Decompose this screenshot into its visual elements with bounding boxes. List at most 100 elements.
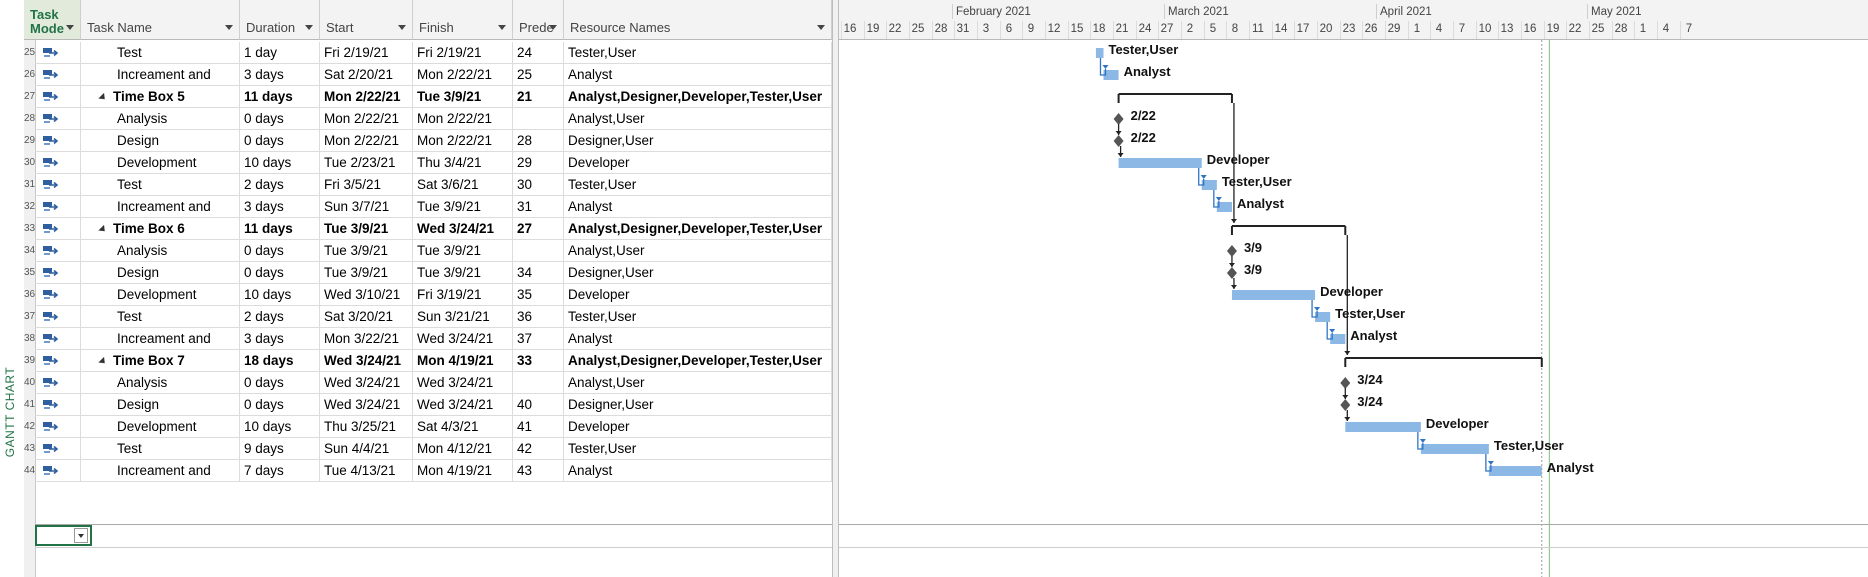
task-mode-cell[interactable]: [35, 306, 81, 327]
collapse-toggle-icon[interactable]: [98, 356, 108, 367]
finish-cell[interactable]: Tue 3/9/21: [413, 86, 513, 107]
row-number[interactable]: 42: [24, 416, 35, 438]
finish-cell[interactable]: Wed 3/24/21: [413, 328, 513, 349]
predecessors-cell[interactable]: [513, 108, 564, 129]
row-number[interactable]: 44: [24, 460, 35, 482]
task-row[interactable]: Development 10 days Wed 3/10/21 Fri 3/19/21…: [35, 284, 832, 306]
task-mode-cell[interactable]: [35, 240, 81, 261]
column-header-start[interactable]: Start: [320, 0, 413, 40]
finish-cell[interactable]: Wed 3/24/21: [413, 218, 513, 239]
start-cell[interactable]: Thu 3/25/21: [320, 416, 413, 437]
task-row[interactable]: Test 1 day Fri 2/19/21 Fri 2/19/21 24 Tester,…: [35, 42, 832, 64]
task-name-cell[interactable]: Analysis: [81, 108, 240, 129]
row-number[interactable]: 37: [24, 306, 35, 328]
resource-names-cell[interactable]: Developer: [564, 416, 832, 437]
duration-cell[interactable]: 3 days: [240, 328, 320, 349]
task-row[interactable]: Analysis 0 days Wed 3/24/21 Wed 3/24/21 Anal…: [35, 372, 832, 394]
task-row[interactable]: Design 0 days Tue 3/9/21 Tue 3/9/21 34 Design…: [35, 262, 832, 284]
task-name-cell[interactable]: Development: [81, 416, 240, 437]
column-filter-dropdown-icon[interactable]: [398, 25, 406, 30]
column-filter-dropdown-icon[interactable]: [305, 25, 313, 30]
row-number[interactable]: 33: [24, 218, 35, 240]
duration-cell[interactable]: 0 days: [240, 372, 320, 393]
finish-cell[interactable]: Mon 4/19/21: [413, 350, 513, 371]
duration-cell[interactable]: 3 days: [240, 196, 320, 217]
task-name-cell[interactable]: Test: [81, 306, 240, 327]
resource-names-cell[interactable]: Analyst: [564, 460, 832, 481]
predecessors-cell[interactable]: 35: [513, 284, 564, 305]
task-row[interactable]: Test 9 days Sun 4/4/21 Mon 4/12/21 42 Tester,…: [35, 438, 832, 460]
row-number[interactable]: 32: [24, 196, 35, 218]
duration-cell[interactable]: 18 days: [240, 350, 320, 371]
duration-cell[interactable]: 0 days: [240, 240, 320, 261]
task-mode-cell[interactable]: [35, 174, 81, 195]
predecessors-cell[interactable]: 40: [513, 394, 564, 415]
duration-cell[interactable]: 0 days: [240, 130, 320, 151]
task-mode-edit-cell[interactable]: [35, 525, 92, 546]
start-cell[interactable]: Mon 3/22/21: [320, 328, 413, 349]
start-cell[interactable]: Fri 3/5/21: [320, 174, 413, 195]
resource-names-cell[interactable]: Designer,User: [564, 130, 832, 151]
gantt-chart-pane[interactable]: 16 19 22 25 28 31 3 6 9 12 15 18 21 24 27 2 5 8 11 14 17 20 23…: [839, 0, 1868, 577]
row-number[interactable]: 27: [24, 86, 35, 108]
task-name-cell[interactable]: Time Box 6: [81, 218, 240, 239]
collapse-toggle-icon[interactable]: [98, 92, 108, 103]
row-number[interactable]: 34: [24, 240, 35, 262]
task-name-cell[interactable]: Design: [81, 394, 240, 415]
duration-cell[interactable]: 11 days: [240, 86, 320, 107]
task-row[interactable]: Increament and 7 days Tue 4/13/21 Mon 4/19/…: [35, 460, 832, 482]
start-cell[interactable]: Wed 3/24/21: [320, 394, 413, 415]
predecessors-cell[interactable]: 37: [513, 328, 564, 349]
finish-cell[interactable]: Tue 3/9/21: [413, 262, 513, 283]
finish-cell[interactable]: Mon 2/22/21: [413, 130, 513, 151]
task-name-cell[interactable]: Time Box 5: [81, 86, 240, 107]
predecessors-cell[interactable]: 42: [513, 438, 564, 459]
task-mode-cell[interactable]: [35, 328, 81, 349]
predecessors-cell[interactable]: [513, 372, 564, 393]
summary-task-row[interactable]: Time Box 7 18 days Wed 3/24/21 Mon 4/19/21 3…: [35, 350, 832, 372]
task-name-cell[interactable]: Analysis: [81, 372, 240, 393]
column-filter-dropdown-icon[interactable]: [549, 25, 557, 30]
start-cell[interactable]: Wed 3/24/21: [320, 372, 413, 393]
task-row[interactable]: Increament and 3 days Sun 3/7/21 Tue 3/9/21…: [35, 196, 832, 218]
column-filter-dropdown-icon[interactable]: [225, 25, 233, 30]
task-name-cell[interactable]: Increament and: [81, 196, 240, 217]
task-mode-cell[interactable]: [35, 438, 81, 459]
predecessors-cell[interactable]: 34: [513, 262, 564, 283]
row-number[interactable]: 35: [24, 262, 35, 284]
start-cell[interactable]: Mon 2/22/21: [320, 86, 413, 107]
finish-cell[interactable]: Tue 3/9/21: [413, 240, 513, 261]
predecessors-cell[interactable]: 36: [513, 306, 564, 327]
task-name-cell[interactable]: Analysis: [81, 240, 240, 261]
task-row[interactable]: Analysis 0 days Tue 3/9/21 Tue 3/9/21 Analys…: [35, 240, 832, 262]
start-cell[interactable]: Tue 2/23/21: [320, 152, 413, 173]
finish-cell[interactable]: Fri 3/19/21: [413, 284, 513, 305]
task-name-cell[interactable]: Increament and: [81, 64, 240, 85]
resource-names-cell[interactable]: Tester,User: [564, 42, 832, 63]
start-cell[interactable]: Sun 4/4/21: [320, 438, 413, 459]
start-cell[interactable]: Tue 3/9/21: [320, 240, 413, 261]
resource-names-cell[interactable]: Analyst,User: [564, 372, 832, 393]
finish-cell[interactable]: Mon 4/19/21: [413, 460, 513, 481]
row-number[interactable]: 36: [24, 284, 35, 306]
row-number[interactable]: 26: [24, 64, 35, 86]
row-number[interactable]: 31: [24, 174, 35, 196]
predecessors-cell[interactable]: 25: [513, 64, 564, 85]
predecessors-cell[interactable]: 28: [513, 130, 564, 151]
task-mode-cell[interactable]: [35, 262, 81, 283]
task-mode-dropdown-button[interactable]: [74, 528, 88, 543]
task-mode-cell[interactable]: [35, 42, 81, 63]
finish-cell[interactable]: Thu 3/4/21: [413, 152, 513, 173]
view-bar[interactable]: GANTT CHART: [0, 0, 25, 577]
start-cell[interactable]: Wed 3/10/21: [320, 284, 413, 305]
start-cell[interactable]: Wed 3/24/21: [320, 350, 413, 371]
resource-names-cell[interactable]: Analyst: [564, 196, 832, 217]
start-cell[interactable]: Mon 2/22/21: [320, 108, 413, 129]
task-row[interactable]: Design 0 days Wed 3/24/21 Wed 3/24/21 40 Desi…: [35, 394, 832, 416]
task-name-cell[interactable]: Increament and: [81, 328, 240, 349]
duration-cell[interactable]: 1 day: [240, 42, 320, 63]
column-header-predecessors[interactable]: Prede: [513, 0, 564, 40]
predecessors-cell[interactable]: 41: [513, 416, 564, 437]
task-mode-cell[interactable]: [35, 152, 81, 173]
duration-cell[interactable]: 9 days: [240, 438, 320, 459]
